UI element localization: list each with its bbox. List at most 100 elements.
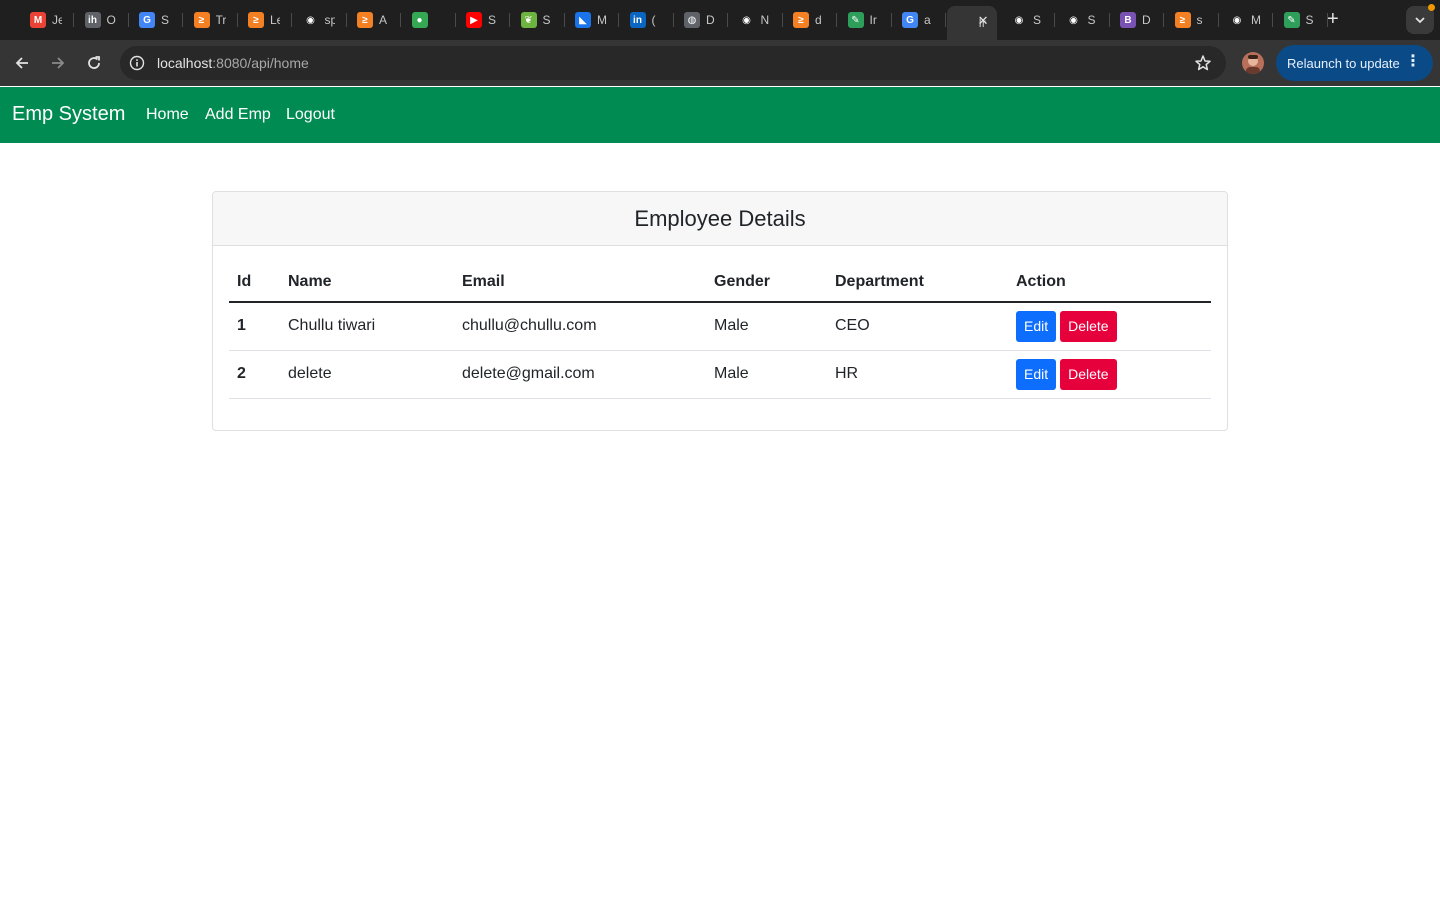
cell-actions: Edit Delete <box>1008 302 1211 351</box>
google-icon: G <box>139 12 155 28</box>
cell-department: HR <box>827 350 1008 399</box>
blank-tab-icon <box>956 15 973 31</box>
tab-title: A <box>379 13 388 27</box>
delete-button[interactable]: Delete <box>1060 310 1117 342</box>
card-title: Employee Details <box>213 192 1227 246</box>
inhouse-icon: ih <box>84 12 101 28</box>
browser-tab[interactable]: ◣ M <box>565 6 619 34</box>
tab-title: S <box>161 13 170 27</box>
tab-title: Ir <box>869 13 877 27</box>
url-host: localhost <box>157 55 213 71</box>
browser-tab[interactable]: ≥ Le <box>238 6 292 34</box>
reload-icon <box>88 56 100 69</box>
cell-department: CEO <box>827 302 1008 351</box>
browser-tab[interactable]: in ( <box>620 6 674 34</box>
table-header-row: Id Name Email Gender Department Action <box>229 262 1211 303</box>
browser-tab[interactable]: BD <box>1110 6 1164 34</box>
browser-tab[interactable]: ▶ S <box>456 6 510 34</box>
column-header-name: Name <box>280 262 454 303</box>
close-tab-icon[interactable]: ✕ <box>978 13 989 29</box>
employee-details-card: Employee Details Id Name Email Gender De… <box>212 191 1228 431</box>
table-row: 1 Chullu tiwari chullu@chullu.com Male C… <box>229 302 1211 351</box>
browser-tab[interactable]: ✎ Ir <box>838 6 892 34</box>
linkedin-icon: in <box>629 12 646 28</box>
tab-separator <box>945 13 946 27</box>
relaunch-label: Relaunch to update <box>1287 55 1400 71</box>
cell-email: delete@gmail.com <box>454 350 706 399</box>
browser-tab[interactable]: ◉ M <box>1219 6 1273 34</box>
browser-tab-strip: MJeihOGS≥Tr≥Le◉sp≥A●▶S❦S◣Min(◍D◉N≥d✎IrGa… <box>0 0 1440 40</box>
browser-tab[interactable]: ≥ Tr <box>184 6 238 34</box>
mongodb-icon: ◣ <box>575 12 591 28</box>
profile-avatar[interactable] <box>1242 52 1264 74</box>
stackoverflow-icon: ≥ <box>1174 12 1191 28</box>
tab-title: S <box>1305 13 1314 27</box>
browser-tab[interactable]: Ga <box>892 6 946 34</box>
bookmark-star-icon[interactable] <box>1194 54 1212 77</box>
tab-title: O <box>106 13 116 27</box>
browser-tab[interactable]: ◍ D <box>674 6 728 34</box>
bootstrap-icon: B <box>1120 12 1136 28</box>
globe-icon: ◍ <box>684 12 700 28</box>
back-button[interactable] <box>11 52 33 74</box>
delete-button[interactable]: Delete <box>1060 358 1117 390</box>
app-navbar: Emp System Home Add Emp Logout <box>0 87 1440 143</box>
update-indicator-dot <box>1428 4 1435 11</box>
browser-tab[interactable]: ◉ S <box>1001 6 1055 34</box>
address-bar[interactable]: localhost:8080/api/home <box>120 46 1226 80</box>
navbar-brand[interactable]: Emp System <box>12 103 125 126</box>
tab-title: s <box>1196 13 1203 27</box>
gmail-icon: M <box>30 12 46 28</box>
site-info-icon[interactable] <box>129 55 145 76</box>
browser-tab[interactable]: ✎ S <box>1274 6 1328 34</box>
meet-icon: ● <box>411 12 428 28</box>
stackoverflow-icon: ≥ <box>248 12 264 28</box>
edit-button[interactable]: Edit <box>1016 310 1057 342</box>
nav-home-link[interactable]: Home <box>146 106 189 124</box>
tab-title: S <box>542 13 551 27</box>
cell-email: chullu@chullu.com <box>454 302 706 351</box>
browser-tab[interactable]: ❦ S <box>511 6 565 34</box>
browser-tab[interactable]: ◉ sp <box>293 6 347 34</box>
relaunch-to-update-button[interactable]: Relaunch to update ⋮ <box>1276 45 1433 81</box>
tab-title: D <box>706 13 715 27</box>
tab-title: a <box>924 13 931 27</box>
cell-gender: Male <box>706 350 827 399</box>
browser-tab[interactable]: GS <box>129 6 183 34</box>
cell-id: 1 <box>229 302 280 351</box>
employee-table: Id Name Email Gender Department Action 1… <box>229 262 1211 399</box>
browser-tab[interactable]: ◉ S <box>1056 6 1110 34</box>
new-tab-icon[interactable]: + <box>1327 9 1339 29</box>
browser-tab[interactable]: ≥ A <box>347 6 401 34</box>
forward-button[interactable] <box>47 52 69 74</box>
browser-toolbar: localhost:8080/api/home Relaunch to upda… <box>0 40 1440 86</box>
tab-title: Tr <box>215 13 226 27</box>
browser-tab[interactable]: ● <box>402 6 456 34</box>
browser-tab[interactable]: M Je <box>20 6 74 34</box>
arrow-left-icon <box>15 57 28 69</box>
table-row: 2 delete delete@gmail.com Male HR Edit De… <box>229 350 1211 399</box>
stackoverflow-icon: ≥ <box>793 12 809 28</box>
chevron-down-icon <box>1415 17 1425 24</box>
cell-name: delete <box>280 350 454 399</box>
github-icon: ◉ <box>1011 12 1027 28</box>
edit-button[interactable]: Edit <box>1016 358 1057 390</box>
spring-icon: ❦ <box>520 12 537 28</box>
cell-id: 2 <box>229 350 280 399</box>
browser-tab[interactable]: ≥ s <box>1165 6 1219 34</box>
browser-tab[interactable]: Ir ✕ <box>946 6 997 40</box>
tab-title: ( <box>651 13 656 27</box>
column-header-gender: Gender <box>706 262 827 303</box>
column-header-email: Email <box>454 262 706 303</box>
stackoverflow-icon: ≥ <box>193 12 210 28</box>
more-menu-icon[interactable]: ⋮ <box>1405 54 1421 70</box>
browser-tab[interactable]: ≥ d <box>783 6 837 34</box>
browser-tab[interactable]: ◉ N <box>729 6 783 34</box>
nav-logout-link[interactable]: Logout <box>286 106 335 124</box>
leaf-icon: ✎ <box>847 12 864 28</box>
url-text[interactable]: localhost:8080/api/home <box>157 55 309 71</box>
browser-tab[interactable]: ih O <box>75 6 129 34</box>
reload-button[interactable] <box>83 52 105 74</box>
tab-title: D <box>1142 13 1151 27</box>
nav-add-emp-link[interactable]: Add Emp <box>205 106 271 124</box>
